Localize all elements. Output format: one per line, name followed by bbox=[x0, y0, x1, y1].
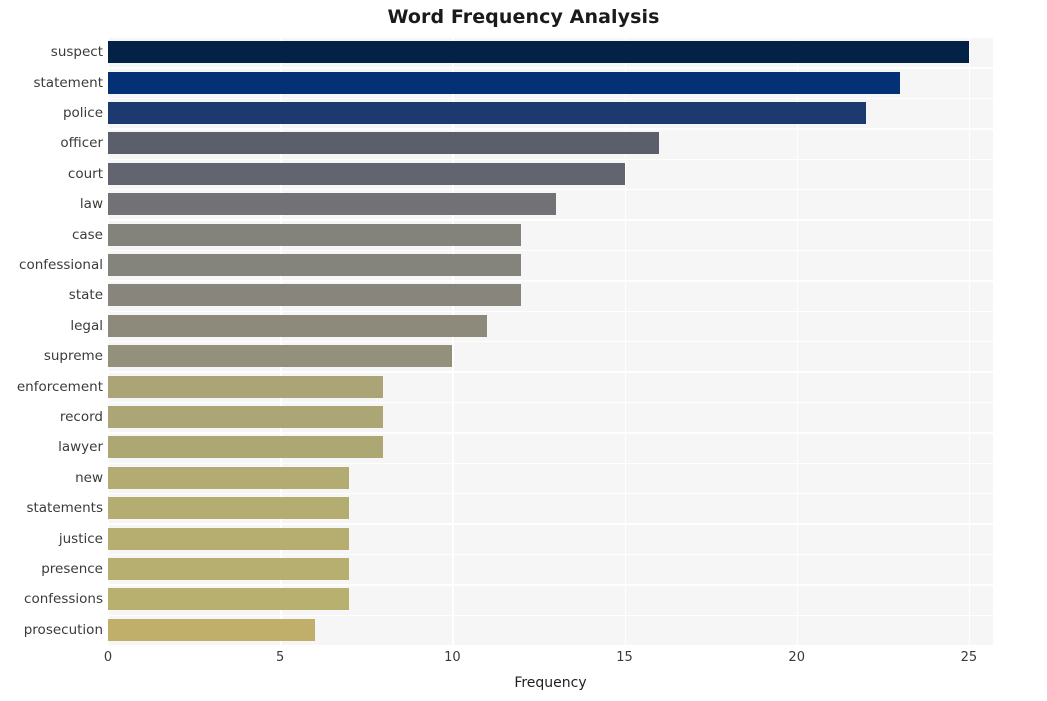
y-axis-tick-label: court bbox=[67, 165, 103, 182]
y-axis-tick-label: police bbox=[62, 105, 103, 121]
bar bbox=[108, 254, 522, 276]
x-axis-tick-label: 20 bbox=[788, 650, 805, 665]
y-axis-tick-label: supreme bbox=[43, 348, 103, 365]
bar bbox=[108, 314, 487, 337]
gridline-horizontal bbox=[108, 645, 993, 647]
bar bbox=[108, 71, 901, 94]
bar bbox=[108, 527, 350, 550]
y-axis-tick-label: case bbox=[71, 226, 103, 243]
x-axis-tick-label: 10 bbox=[444, 650, 461, 665]
x-axis-tick-label: 0 bbox=[103, 650, 113, 665]
x-axis-tick-label: 5 bbox=[276, 650, 285, 665]
y-axis-tick-label: confessions bbox=[24, 591, 103, 608]
x-axis-tick-labels: 0 5 10 15 20 25 bbox=[0, 650, 1047, 670]
y-axis-tick-label: statement bbox=[33, 74, 103, 91]
y-axis-tick-label: legal bbox=[70, 317, 103, 334]
bar bbox=[108, 466, 350, 489]
y-axis-tick-label: confessional bbox=[19, 257, 103, 273]
bar bbox=[108, 193, 556, 216]
bar bbox=[108, 375, 384, 398]
bars-layer bbox=[108, 37, 993, 645]
y-axis-tick-label: lawyer bbox=[58, 439, 103, 456]
bar bbox=[108, 284, 522, 307]
y-axis-tick-label: suspect bbox=[50, 44, 103, 61]
bar bbox=[108, 558, 350, 580]
y-axis-tick-label: officer bbox=[60, 135, 103, 152]
x-axis-title: Frequency bbox=[514, 675, 587, 691]
y-axis-tick-label: presence bbox=[41, 561, 103, 577]
y-axis-tick-label: prosecution bbox=[23, 621, 103, 638]
bar bbox=[108, 132, 659, 155]
y-axis-tick-labels: suspect statement police officer court law cas… bbox=[0, 37, 103, 645]
bar bbox=[108, 588, 350, 611]
x-axis-tick-label: 25 bbox=[960, 650, 978, 665]
y-axis-tick-label: law bbox=[79, 196, 103, 213]
bar bbox=[108, 406, 384, 428]
plot-area bbox=[108, 37, 993, 647]
y-axis-tick-label: statements bbox=[26, 500, 103, 517]
bar bbox=[108, 162, 625, 185]
bar bbox=[108, 102, 866, 124]
word-frequency-chart-figure: Word Frequency Analysis suspect statement… bbox=[0, 0, 1047, 701]
x-axis-tick-label: 15 bbox=[616, 650, 633, 665]
chart-title: Word Frequency Analysis bbox=[387, 6, 660, 28]
bar bbox=[108, 618, 315, 641]
y-axis-tick-label: enforcement bbox=[16, 378, 103, 395]
bar bbox=[108, 41, 969, 64]
y-axis-tick-label: state bbox=[68, 287, 103, 304]
y-axis-tick-label: record bbox=[59, 409, 103, 425]
y-axis-tick-label: justice bbox=[58, 530, 103, 547]
bar bbox=[108, 223, 522, 246]
bar bbox=[108, 436, 384, 459]
bar bbox=[108, 345, 453, 368]
y-axis-tick-label: new bbox=[75, 469, 103, 486]
bar bbox=[108, 497, 350, 520]
